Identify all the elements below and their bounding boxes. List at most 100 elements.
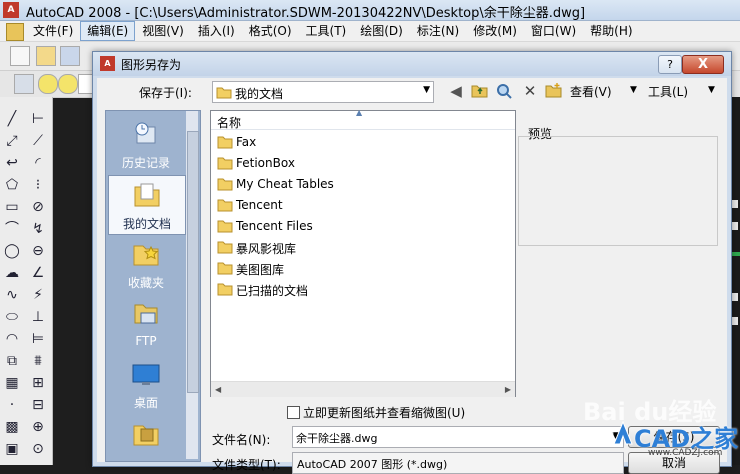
tolerance-icon[interactable]: ⊟ <box>30 397 46 413</box>
new-file-icon[interactable] <box>10 46 30 66</box>
new-folder-icon[interactable] <box>545 82 563 100</box>
file-row[interactable]: My Cheat Tables <box>217 174 497 194</box>
revision-cloud-icon[interactable]: ☁ <box>4 265 20 281</box>
insert-block-icon[interactable]: ⧉ <box>4 353 20 369</box>
circle-icon[interactable]: ◯ <box>4 243 20 259</box>
sort-ascending-icon: ▲ <box>356 108 363 117</box>
app-title: AutoCAD 2008 - [C:\Users\Administrator.S… <box>26 6 586 21</box>
menu-view[interactable]: 视图(V) <box>135 21 191 41</box>
polyline-icon[interactable]: ↩ <box>4 155 20 171</box>
save-icon[interactable] <box>60 46 80 66</box>
folder-icon <box>217 283 233 296</box>
menu-format[interactable]: 格式(O) <box>242 21 299 41</box>
place-ftp[interactable]: FTP <box>108 295 184 353</box>
folder-icon <box>217 220 233 233</box>
autocad-logo-icon: A <box>3 2 19 18</box>
aligned-dim-icon[interactable]: ⟋ <box>30 133 46 149</box>
ellipse-arc-icon[interactable]: ◠ <box>4 331 20 347</box>
menu-tools[interactable]: 工具(T) <box>299 21 354 41</box>
place-favorites[interactable]: 收藏夹 <box>108 235 184 293</box>
draw-modify-toolbars: ╱ ⤢ ↩ ⬠ ▭ ⌒ ◯ ☁ ∿ ⬭ ◠ ⧉ ▦ · ▩ ▣ ⊢ ⟋ ◜ ⁝ … <box>0 97 53 465</box>
chevron-down-icon[interactable]: ▼ <box>708 85 715 95</box>
spline-icon[interactable]: ∿ <box>4 287 20 303</box>
quick-dim-icon[interactable]: ⚡ <box>30 287 46 303</box>
scroll-right-icon[interactable]: ▶ <box>505 385 511 394</box>
ftp-icon <box>134 304 158 324</box>
back-arrow-icon[interactable]: ◀ <box>447 82 465 100</box>
checkbox-box[interactable] <box>287 406 300 419</box>
menu-file[interactable]: 文件(F) <box>26 21 80 41</box>
column-header-name[interactable]: ▲ 名称 <box>211 108 515 130</box>
view-menu[interactable]: 查看(V) <box>570 83 612 100</box>
up-folder-icon[interactable] <box>471 82 489 100</box>
dim-break-icon[interactable]: ⊞ <box>30 375 46 391</box>
tools-menu[interactable]: 工具(L) <box>648 83 688 100</box>
continue-dim-icon[interactable]: ⊨ <box>30 331 46 347</box>
save-in-label: 保存于(I): <box>139 86 192 100</box>
place-history[interactable]: 历史记录 <box>108 115 184 173</box>
menu-help[interactable]: 帮助(H) <box>583 21 639 41</box>
file-row[interactable]: 美图图库 <box>217 258 497 278</box>
rectangle-icon[interactable]: ▭ <box>4 199 20 215</box>
file-row[interactable]: FetionBox <box>217 153 497 173</box>
menu-insert[interactable]: 插入(I) <box>191 21 242 41</box>
search-web-icon[interactable] <box>495 82 513 100</box>
file-row[interactable]: Fax <box>217 132 497 152</box>
ordinate-dim-icon[interactable]: ⁝ <box>30 177 46 193</box>
baseline-dim-icon[interactable]: ⊥ <box>30 309 46 325</box>
menu-draw[interactable]: 绘图(D) <box>353 21 410 41</box>
filetype-select[interactable]: AutoCAD 2007 图形 (*.dwg) <box>292 452 624 474</box>
help-button[interactable]: ? <box>658 55 682 74</box>
layer-on-icon[interactable] <box>38 74 58 94</box>
linear-dim-icon[interactable]: ⊢ <box>30 111 46 127</box>
folder-icon <box>217 178 233 191</box>
diameter-dim-icon[interactable]: ⊖ <box>30 243 46 259</box>
menu-modify[interactable]: 修改(M) <box>466 21 524 41</box>
layer-manager-icon[interactable] <box>14 74 34 94</box>
place-my-documents[interactable]: 我的文档 <box>108 175 186 235</box>
make-block-icon[interactable]: ▦ <box>4 375 20 391</box>
file-row[interactable]: Tencent Files <box>217 216 497 236</box>
place-folder[interactable] <box>108 415 184 455</box>
scrollbar-thumb[interactable] <box>187 131 199 393</box>
angular-dim-icon[interactable]: ∠ <box>30 265 46 281</box>
place-desktop[interactable]: 桌面 <box>108 355 184 413</box>
delete-icon[interactable]: ✕ <box>521 82 539 100</box>
document-icon[interactable] <box>6 23 24 41</box>
point-icon[interactable]: · <box>4 397 20 413</box>
places-scrollbar[interactable] <box>186 111 199 459</box>
save-in-combo[interactable]: 我的文档 ▼ <box>212 81 434 103</box>
polygon-icon[interactable]: ⬠ <box>4 177 20 193</box>
menu-dimension[interactable]: 标注(N) <box>410 21 466 41</box>
filename-label: 文件名(N): <box>212 433 271 447</box>
menu-edit[interactable]: 编辑(E) <box>80 21 136 41</box>
close-button[interactable]: X <box>682 55 724 74</box>
jogged-dim-icon[interactable]: ↯ <box>30 221 46 237</box>
inspect-icon[interactable]: ⊙ <box>30 441 46 457</box>
open-file-icon[interactable] <box>36 46 56 66</box>
favorites-icon <box>133 245 159 266</box>
file-row[interactable]: Tencent <box>217 195 497 215</box>
menu-window[interactable]: 窗口(W) <box>524 21 583 41</box>
cad-home-logo-icon <box>613 420 633 445</box>
construction-line-icon[interactable]: ⤢ <box>4 133 20 149</box>
gradient-icon[interactable]: ▣ <box>4 441 20 457</box>
horizontal-scrollbar[interactable]: ◀ ▶ <box>211 381 515 397</box>
ellipse-icon[interactable]: ⬭ <box>4 309 20 325</box>
line-icon[interactable]: ╱ <box>4 111 20 127</box>
radius-dim-icon[interactable]: ⊘ <box>30 199 46 215</box>
file-row[interactable]: 暴风影视库 <box>217 237 497 257</box>
chevron-down-icon[interactable]: ▼ <box>630 85 637 95</box>
hatch-icon[interactable]: ▩ <box>4 419 20 435</box>
file-name: Tencent Files <box>236 219 313 233</box>
file-name: Tencent <box>236 198 283 212</box>
dim-space-icon[interactable]: ⩩ <box>30 353 46 369</box>
arc-length-icon[interactable]: ◜ <box>30 155 46 171</box>
arc-icon[interactable]: ⌒ <box>4 221 20 237</box>
folder-icon <box>217 157 233 170</box>
scroll-left-icon[interactable]: ◀ <box>215 385 221 394</box>
dialog-titlebar[interactable]: A 图形另存为 ? X <box>93 52 731 76</box>
file-row[interactable]: 已扫描的文档 <box>217 279 497 299</box>
layer-thaw-icon[interactable] <box>58 74 78 94</box>
center-mark-icon[interactable]: ⊕ <box>30 419 46 435</box>
